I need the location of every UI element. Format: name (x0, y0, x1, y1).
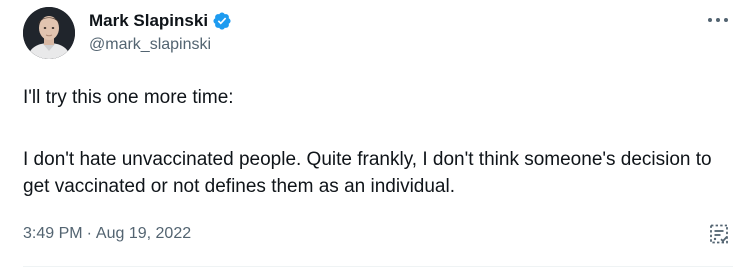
notes-button[interactable] (705, 220, 733, 248)
meta-separator: · (86, 225, 92, 242)
tweet-timestamp: 3:49 PM · Aug 19, 2022 (23, 223, 191, 245)
author-name-row: Mark Slapinski (89, 10, 232, 32)
author-display-name[interactable]: Mark Slapinski (89, 10, 208, 32)
avatar[interactable] (23, 7, 75, 59)
tweet: Mark Slapinski @mark_slapinski I'll try … (0, 0, 753, 273)
author-handle[interactable]: @mark_slapinski (89, 35, 211, 55)
more-options-icon (708, 18, 728, 22)
verified-badge-icon[interactable] (212, 11, 232, 31)
tweet-text-paragraph: I don't hate unvaccinated people. Quite … (23, 149, 712, 197)
avatar-image (23, 7, 75, 59)
divider (23, 266, 733, 267)
tweet-date-link[interactable]: Aug 19, 2022 (96, 223, 191, 245)
tweet-text-paragraph: I'll try this one more time: (23, 87, 234, 108)
notes-icon (710, 224, 728, 244)
more-options-button[interactable] (703, 10, 733, 30)
tweet-time-link[interactable]: 3:49 PM (23, 223, 83, 245)
